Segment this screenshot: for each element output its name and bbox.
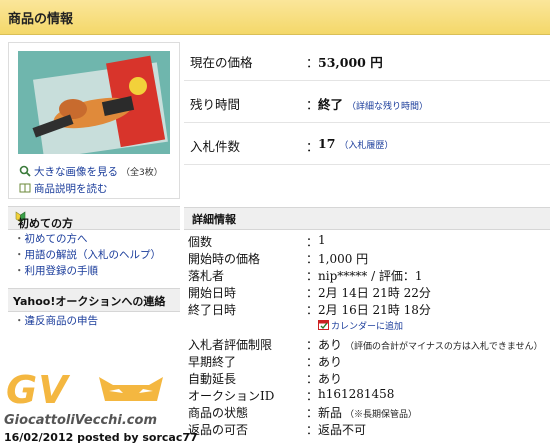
start-date-value: 2月 14日 21時 22分 (318, 286, 431, 300)
contact-links: 違反商品の申告 (14, 313, 99, 329)
details-section-header: 詳細情報 (184, 207, 550, 230)
image-count-note: （全3枚） (121, 168, 163, 178)
winner-label: 落札者 (188, 269, 225, 283)
quantity-label: 個数 (188, 235, 213, 249)
bid-history-link[interactable]: （入札履歴） (339, 141, 393, 151)
sidebar-item-registration[interactable]: 利用登録の手順 (14, 263, 161, 279)
beginner-section-title: 初めての方 (18, 217, 73, 230)
condition-row: 商品の状態：新品 （※長期保管品） (188, 406, 418, 420)
sidebar-item-glossary[interactable]: 用語の解説（入札のヘルプ） (14, 247, 162, 263)
condition-note: （※長期保管品） (345, 410, 418, 420)
time-left-row: 残り時間 ： 終了 （詳細な残り時間） (184, 82, 550, 123)
item-photo-icon (18, 51, 170, 154)
item-thumbnail[interactable] (18, 51, 170, 154)
calendar-row: カレンダーに追加 (188, 318, 550, 334)
time-left-detail-link[interactable]: （詳細な残り時間） (347, 102, 428, 112)
start-price-row: 開始時の価格： 1,000 円 (188, 252, 369, 266)
start-date-label: 開始日時 (188, 286, 237, 300)
read-description-label[interactable]: 商品説明を読む (34, 183, 108, 195)
returns-row: 返品の可否：返品不可 (188, 423, 367, 437)
magnifier-icon (19, 165, 31, 177)
sidebar-item-beginner-guide[interactable]: 初めての方へ (14, 231, 161, 247)
winner-value: nip***** / 評価：1 (318, 269, 423, 283)
auction-id-label: オークションID (188, 389, 275, 403)
end-date-value: 2月 16日 21時 18分 (318, 303, 431, 317)
auto-extend-value: あり (318, 372, 343, 386)
time-left-label: 残り時間 (190, 97, 241, 112)
watermark-logo-text: GV (6, 368, 69, 412)
time-left-value: 終了 (318, 97, 344, 112)
condition-value: 新品 (318, 406, 343, 420)
page-header: 商品の情報 (0, 0, 550, 35)
rating-limit-value: あり (318, 338, 343, 352)
rating-limit-note: （評価の合計がマイナスの方は入札できません） (345, 342, 543, 352)
early-end-label: 早期終了 (188, 355, 237, 369)
details-section-title: 詳細情報 (192, 213, 236, 226)
book-icon (19, 182, 31, 194)
returns-value: 返品不可 (318, 423, 367, 437)
start-date-row: 開始日時： 2月 14日 21時 22分 (188, 286, 431, 300)
cat-face-icon (98, 377, 163, 401)
bid-count-label: 入札件数 (190, 139, 241, 154)
condition-label: 商品の状態 (188, 406, 249, 420)
rating-limit-label: 入札者評価制限 (188, 338, 273, 352)
bid-count-row: 入札件数 ： 17 （入札履歴） (184, 124, 550, 165)
early-end-value: あり (318, 355, 343, 369)
auto-extend-row: 自動延長：あり (188, 372, 343, 386)
watermark-site: GiocattoliVecchi.com (4, 413, 157, 428)
add-to-calendar-link[interactable]: カレンダーに追加 (318, 318, 403, 332)
enlarge-image-label[interactable]: 大きな画像を見る (34, 166, 118, 178)
current-price-value: 53,000 円 (318, 55, 383, 70)
start-price-value: 1,000 円 (318, 252, 369, 266)
contact-section-title: Yahoo!オークションへの連絡 (13, 295, 166, 308)
watermark-posted: 16/02/2012 posted by sorcac77 (4, 431, 198, 444)
current-price-row: 現在の価格 ： 53,000 円 (184, 40, 550, 81)
auction-id-value: h161281458 (318, 387, 395, 401)
contact-section-header: Yahoo!オークションへの連絡 (8, 288, 180, 312)
watermark-logo: GV (6, 368, 165, 412)
current-price-label: 現在の価格 (190, 55, 253, 70)
beginner-links: 初めての方へ 用語の解説（入札のヘルプ） 利用登録の手順 (14, 231, 162, 279)
auto-extend-label: 自動延長 (188, 372, 237, 386)
page-title: 商品の情報 (8, 12, 74, 27)
item-image-panel: 大きな画像を見る （全3枚） 商品説明を読む (8, 42, 180, 199)
quantity-row: 個数： 1 (188, 233, 326, 249)
end-date-label: 終了日時 (188, 303, 237, 317)
read-description-link[interactable]: 商品説明を読む (19, 181, 108, 196)
sidebar-item-report-violation[interactable]: 違反商品の申告 (14, 313, 99, 329)
winner-row: 落札者： nip***** / 評価：1 (188, 269, 423, 283)
calendar-icon (318, 320, 329, 330)
end-date-row: 終了日時： 2月 16日 21時 18分 (188, 303, 431, 317)
start-price-label: 開始時の価格 (188, 252, 261, 266)
auction-id-row: オークションID： h161281458 (188, 387, 395, 403)
rating-limit-row: 入札者評価制限：あり （評価の合計がマイナスの方は入札できません） (188, 338, 543, 352)
beginner-section-header: 初めての方 (8, 206, 180, 230)
early-end-row: 早期終了：あり (188, 355, 343, 369)
enlarge-image-link[interactable]: 大きな画像を見る （全3枚） (19, 164, 163, 179)
quantity-value: 1 (318, 233, 326, 247)
bid-count-value: 17 (318, 136, 336, 151)
